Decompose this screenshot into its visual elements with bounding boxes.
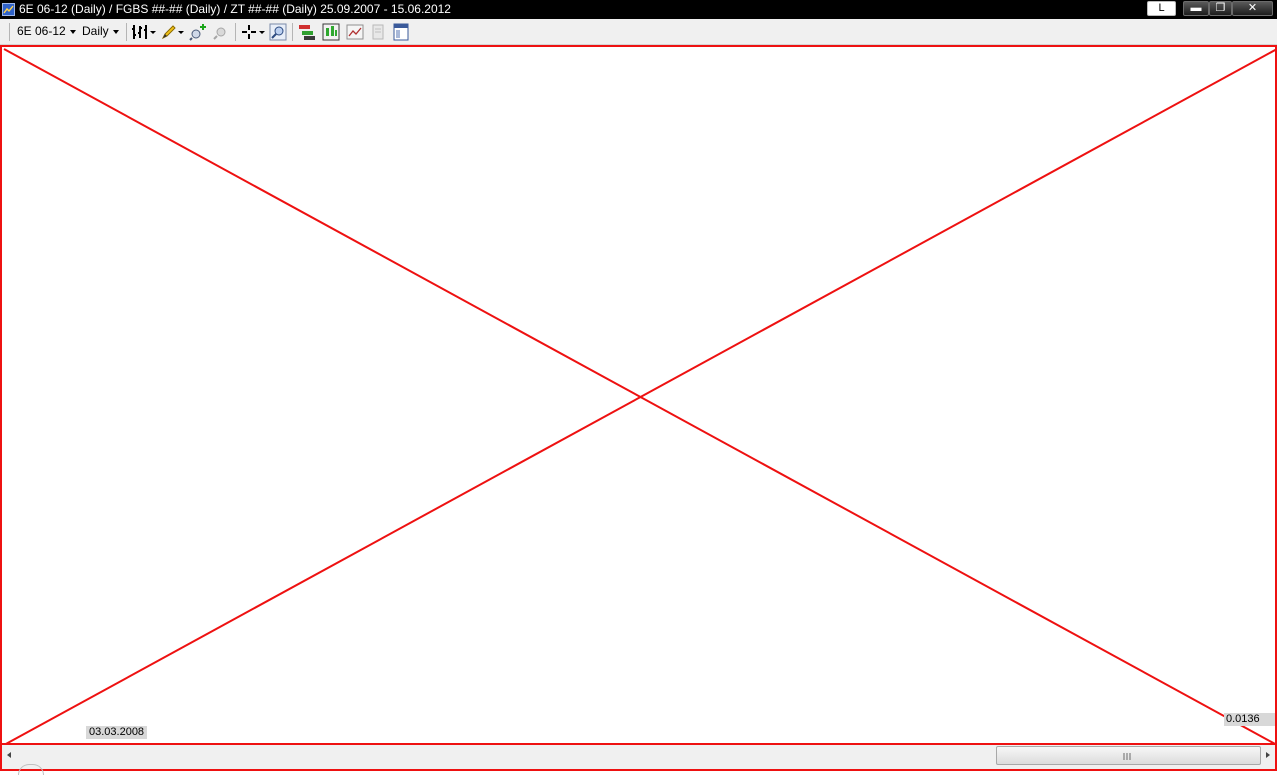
chevron-down-icon[interactable]	[178, 31, 184, 34]
scroll-left-icon[interactable]	[4, 748, 14, 762]
interval-label: Daily	[82, 24, 109, 38]
link-button[interactable]: L	[1147, 1, 1176, 16]
chart-toolbar: 6E 06-12 Daily	[0, 19, 1277, 45]
data-box-icon[interactable]	[346, 23, 364, 41]
strategies-icon[interactable]	[298, 23, 316, 41]
scroll-thumb[interactable]	[996, 746, 1261, 765]
toolbar-separator	[292, 23, 293, 41]
title-bar: 6E 06-12 (Daily) / FGBS ##-## (Daily) / …	[0, 0, 1277, 19]
instrument-label: 6E 06-12	[17, 24, 66, 38]
print-icon[interactable]	[369, 23, 387, 41]
toolbar-separator	[235, 23, 236, 41]
horizontal-scrollbar[interactable]	[0, 745, 1277, 775]
bar-type-icon[interactable]	[131, 23, 149, 41]
pencil-icon[interactable]	[160, 23, 178, 41]
crosshair-date-label: 03.03.2008	[86, 726, 148, 739]
chart-error-cross	[3, 48, 1277, 746]
maximize-button[interactable]: ❐	[1209, 1, 1232, 16]
price-axis-label: 0.0136	[1224, 713, 1275, 726]
chart-app-icon	[2, 3, 15, 16]
close-button[interactable]: ✕	[1232, 1, 1273, 16]
chart-trader-icon[interactable]	[322, 23, 340, 41]
zoom-icon[interactable]	[269, 23, 287, 41]
window-title: 6E 06-12 (Daily) / FGBS ##-## (Daily) / …	[19, 2, 451, 16]
chevron-down-icon[interactable]	[150, 31, 156, 34]
chevron-down-icon	[112, 29, 119, 34]
chevron-down-icon[interactable]	[259, 31, 265, 34]
chevron-down-icon	[69, 29, 76, 34]
grip-icon	[1123, 753, 1131, 760]
add-indicator-icon[interactable]	[189, 23, 207, 41]
toolbar-separator	[9, 23, 10, 41]
scroll-right-icon[interactable]	[1263, 748, 1273, 762]
chart-panel[interactable]: 03.03.2008 0.0136	[0, 45, 1277, 746]
minimize-button[interactable]: ▬	[1183, 1, 1209, 16]
interval-selector[interactable]: Daily	[82, 24, 119, 39]
properties-icon[interactable]	[392, 23, 410, 41]
crosshair-icon[interactable]	[240, 23, 258, 41]
remove-indicator-icon[interactable]	[212, 23, 230, 41]
status-circle-icon	[18, 764, 44, 775]
toolbar-separator	[126, 23, 127, 41]
instrument-selector[interactable]: 6E 06-12	[17, 24, 76, 39]
